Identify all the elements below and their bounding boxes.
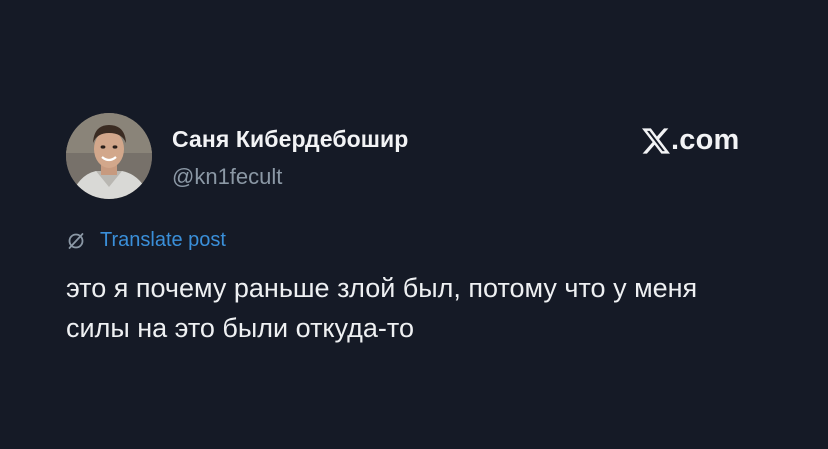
- translate-post-link[interactable]: Translate post: [66, 229, 226, 252]
- user-handle[interactable]: @kn1fecult: [172, 164, 282, 190]
- display-name[interactable]: Саня Кибердебошир: [172, 126, 408, 153]
- post-card: Саня Кибердебошир @kn1fecult .com Transl…: [0, 0, 828, 449]
- avatar-photo: [66, 113, 152, 199]
- globe-slash-icon: [68, 232, 84, 249]
- x-logo-icon: [642, 127, 670, 154]
- x-com-brand: .com: [642, 124, 740, 157]
- translate-post-label[interactable]: Translate post: [100, 229, 226, 252]
- brand-domain-text: .com: [671, 124, 740, 156]
- post-text: это я почему раньше злой был, потому что…: [66, 273, 698, 343]
- avatar[interactable]: [66, 113, 152, 199]
